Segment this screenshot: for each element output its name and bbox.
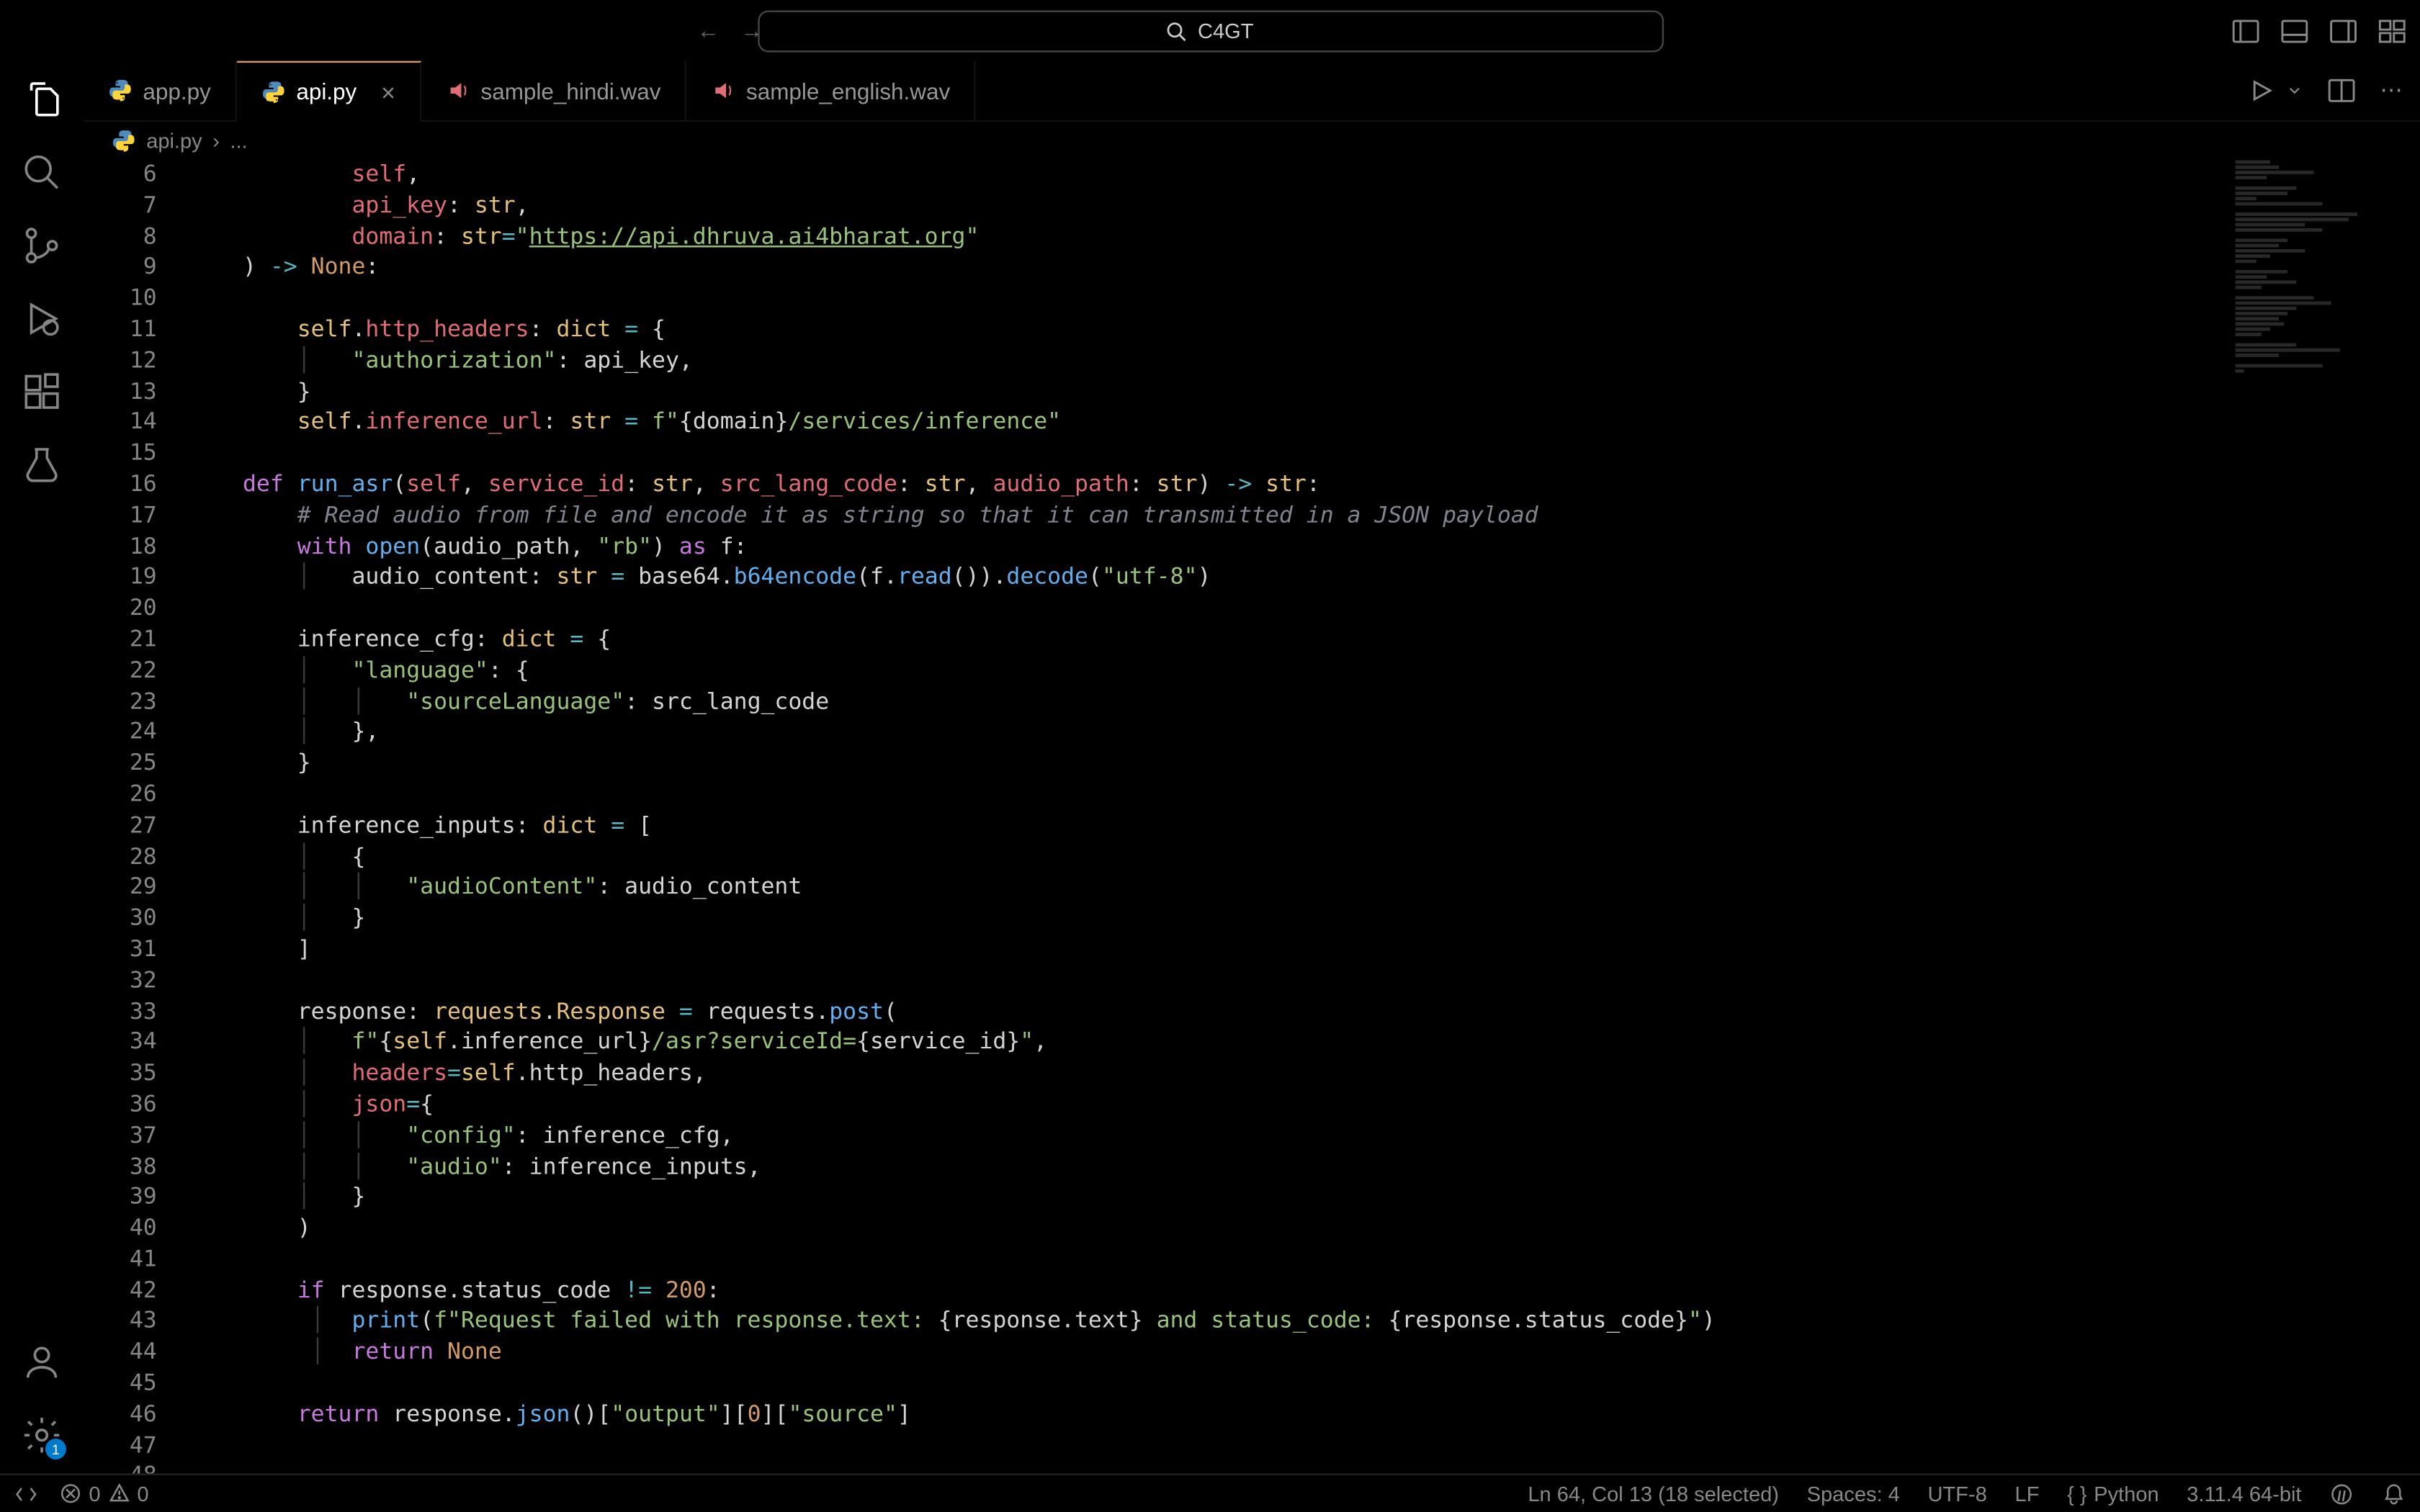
tab-label: app.py bbox=[143, 78, 210, 104]
eol[interactable]: LF bbox=[2015, 1481, 2039, 1506]
nav-back-icon[interactable]: ← bbox=[697, 17, 720, 43]
language-mode[interactable]: { } Python bbox=[2067, 1481, 2159, 1506]
search-activity-icon[interactable] bbox=[21, 151, 63, 193]
run-file-icon[interactable] bbox=[2248, 76, 2276, 104]
tab-label: api.py bbox=[296, 78, 357, 104]
tab-app-py[interactable]: app.py bbox=[84, 60, 237, 121]
explorer-icon[interactable] bbox=[21, 78, 63, 120]
chevron-down-icon[interactable] bbox=[2286, 76, 2303, 104]
search-text: C4GT bbox=[1198, 18, 1253, 42]
breadcrumb-rest: ... bbox=[230, 129, 247, 153]
editor-tabs: app.py api.py × sample_hindi.wav sample_… bbox=[84, 61, 2420, 122]
python-interpreter[interactable]: 3.11.4 64-bit bbox=[2187, 1481, 2301, 1506]
source-control-icon[interactable] bbox=[21, 225, 63, 266]
breadcrumb-separator: › bbox=[212, 129, 220, 153]
audio-file-icon bbox=[446, 78, 470, 103]
run-debug-icon[interactable] bbox=[21, 298, 63, 340]
close-tab-icon[interactable]: × bbox=[381, 78, 395, 106]
python-file-icon bbox=[108, 78, 133, 103]
remote-indicator[interactable] bbox=[14, 1481, 38, 1506]
audio-file-icon bbox=[712, 78, 736, 103]
breadcrumb[interactable]: api.py › ... bbox=[84, 122, 2420, 160]
encoding[interactable]: UTF-8 bbox=[1927, 1481, 1986, 1506]
indentation[interactable]: Spaces: 4 bbox=[1807, 1481, 1900, 1506]
editor[interactable]: 6789101112131415161718192021222324252627… bbox=[84, 161, 2420, 1474]
tab-label: sample_hindi.wav bbox=[480, 78, 660, 104]
settings-gear-icon[interactable]: 1 bbox=[21, 1414, 63, 1456]
python-file-icon bbox=[261, 79, 286, 104]
tab-sample-hindi-wav[interactable]: sample_hindi.wav bbox=[421, 60, 687, 121]
customize-layout-icon[interactable] bbox=[2378, 17, 2406, 45]
nav-arrows: ← → bbox=[697, 17, 763, 43]
problems-indicator[interactable]: 0 0 bbox=[59, 1481, 148, 1506]
statusbar: 0 0 Ln 64, Col 13 (18 selected) Spaces: … bbox=[0, 1473, 2420, 1511]
breadcrumb-file: api.py bbox=[146, 129, 202, 153]
tab-sample-english-wav[interactable]: sample_english.wav bbox=[687, 60, 977, 121]
notifications-icon[interactable] bbox=[2382, 1481, 2406, 1506]
command-center[interactable]: C4GT bbox=[757, 9, 1663, 51]
editor-actions: ⋯ bbox=[2248, 76, 2403, 104]
python-file-icon bbox=[112, 129, 136, 153]
cursor-position[interactable]: Ln 64, Col 13 (18 selected) bbox=[1528, 1481, 1779, 1506]
search-icon bbox=[1166, 20, 1187, 41]
tab-api-py[interactable]: api.py × bbox=[237, 60, 421, 121]
more-actions-icon[interactable]: ⋯ bbox=[2380, 76, 2402, 104]
feedback-icon[interactable] bbox=[2329, 1481, 2354, 1506]
minimap[interactable] bbox=[2221, 161, 2396, 683]
code-content[interactable]: self, api_key: str, domain: str="https:/… bbox=[188, 161, 2420, 1474]
extensions-icon[interactable] bbox=[21, 371, 63, 413]
line-numbers: 6789101112131415161718192021222324252627… bbox=[84, 161, 188, 1474]
nav-forward-icon[interactable]: → bbox=[740, 17, 763, 43]
accounts-icon[interactable] bbox=[21, 1341, 63, 1383]
titlebar: ← → C4GT bbox=[0, 0, 2420, 61]
activity-bar: 1 bbox=[0, 61, 84, 1474]
titlebar-actions bbox=[2232, 17, 2406, 45]
tab-label: sample_english.wav bbox=[746, 78, 950, 104]
toggle-secondary-sidebar-icon[interactable] bbox=[2329, 17, 2357, 45]
toggle-panel-icon[interactable] bbox=[2280, 17, 2308, 45]
toggle-primary-sidebar-icon[interactable] bbox=[2232, 17, 2260, 45]
split-editor-icon[interactable] bbox=[2328, 76, 2356, 104]
testing-icon[interactable] bbox=[21, 444, 63, 486]
